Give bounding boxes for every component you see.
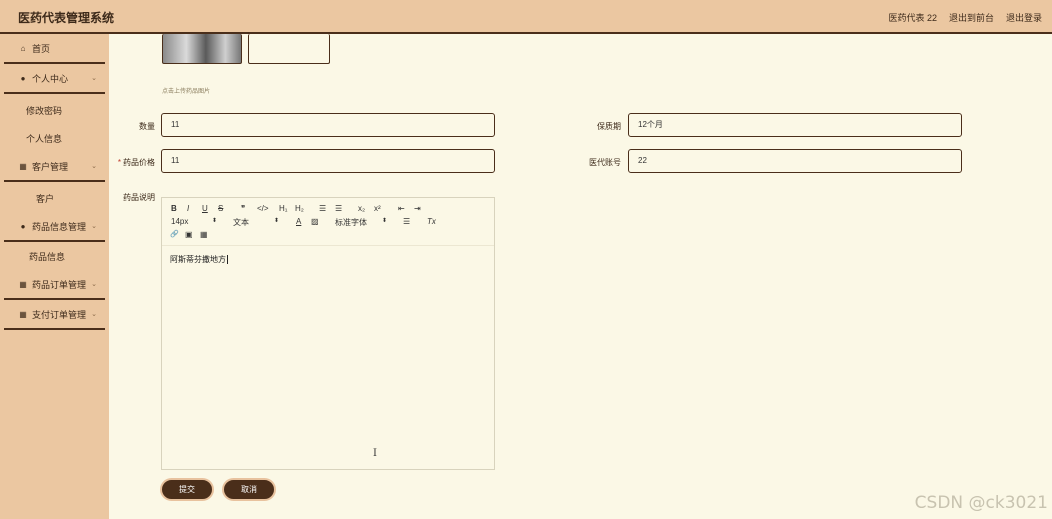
underline-button[interactable]: U: [202, 204, 208, 213]
quantity-input[interactable]: 11: [161, 113, 495, 137]
chevron-updown-icon: ⬍: [382, 218, 388, 224]
sub-customer[interactable]: 客户: [0, 184, 109, 212]
logout-link[interactable]: 退出登录: [1006, 11, 1042, 24]
sub-change-password[interactable]: 修改密码: [0, 96, 109, 124]
chevron-down-icon: ⌄: [91, 223, 97, 230]
nav-label: 药品信息管理: [32, 221, 87, 232]
cancel-button[interactable]: 取消: [222, 478, 276, 501]
required-mark: *: [117, 158, 121, 167]
nav-label: 客户管理: [32, 161, 69, 172]
shelf-life-label: 保质期: [597, 122, 621, 131]
bullet-list-icon[interactable]: ☰: [335, 204, 342, 213]
nav-label: 支付订单管理: [32, 309, 87, 320]
nav-drug-info-mgmt[interactable]: ● 药品信息管理 ⌄: [4, 212, 105, 242]
header-actions: 医药代表 22 退出到前台 退出登录: [888, 11, 1042, 24]
font-color-icon[interactable]: A: [296, 217, 301, 226]
bold-button[interactable]: B: [171, 204, 177, 213]
grid-icon: ▦: [19, 161, 27, 171]
nav-customer-mgmt[interactable]: ▦ 客户管理 ⌄: [4, 152, 105, 182]
grid-icon: ▦: [19, 309, 27, 319]
chevron-down-icon: ⌄: [91, 75, 97, 82]
chevron-down-icon: ⌄: [91, 311, 97, 318]
h2-button[interactable]: H₂: [295, 204, 304, 213]
strike-button[interactable]: S: [218, 204, 223, 213]
price-input[interactable]: 11: [161, 149, 495, 173]
editor-toolbar: B I U S ❞ </> H₁ H₂ ☰ ☰ x₂ x² ⇤ ⇥ 14px ⬍…: [162, 198, 494, 246]
nav-label: 个人中心: [32, 73, 69, 84]
top-bar: 医药代表管理系统 医药代表 22 退出到前台 退出登录: [0, 0, 1052, 34]
background-color-icon[interactable]: ▨: [311, 217, 319, 226]
shelf-life-input[interactable]: 12个月: [628, 113, 962, 137]
image-icon[interactable]: ▣: [185, 230, 193, 239]
code-icon[interactable]: </>: [257, 204, 269, 213]
upload-image-button[interactable]: [248, 34, 330, 64]
drug-image-preview[interactable]: [162, 34, 242, 64]
chevron-down-icon: ⌄: [91, 163, 97, 170]
editor-text: 阿斯蒂芬撒地方: [170, 255, 226, 264]
nav-payment-order-mgmt[interactable]: ▦ 支付订单管理 ⌄: [4, 300, 105, 330]
sub-personal-info[interactable]: 个人信息: [0, 124, 109, 152]
grid-icon: ▦: [19, 279, 27, 289]
text-type-select[interactable]: 文本: [233, 217, 249, 228]
sub-drug-info[interactable]: 药品信息: [0, 242, 109, 270]
app-title: 医药代表管理系统: [18, 11, 115, 25]
user-icon: ●: [20, 221, 26, 231]
upload-hint: 点击上传药品图片: [162, 89, 211, 95]
editor-content[interactable]: 阿斯蒂芬撒地方: [170, 254, 228, 265]
nav-label: 首页: [32, 43, 51, 54]
chevron-updown-icon: ⬍: [212, 218, 218, 224]
price-label-text: 药品价格: [123, 158, 155, 167]
rep-account-input[interactable]: 22: [628, 149, 962, 173]
h1-button[interactable]: H₁: [279, 204, 287, 213]
align-icon[interactable]: ☰: [403, 217, 410, 226]
nav-drug-order-mgmt[interactable]: ▦ 药品订单管理 ⌄: [4, 270, 105, 300]
indent-icon[interactable]: ⇥: [414, 204, 421, 213]
watermark: CSDN @ck3021: [914, 493, 1048, 513]
user-icon: ●: [20, 73, 26, 83]
chevron-down-icon: ⌄: [91, 281, 97, 288]
back-to-front-link[interactable]: 退出到前台: [949, 11, 994, 24]
text-cursor-icon: I: [373, 448, 377, 459]
font-family-select[interactable]: 标准字体: [335, 217, 367, 228]
nav-personal-center[interactable]: ● 个人中心 ⌄: [4, 64, 105, 94]
description-label: 药品说明: [123, 193, 155, 202]
sidebar: ⌂ 首页 ● 个人中心 ⌄ 修改密码 个人信息 ▦ 客户管理 ⌄ 客户 ● 药品…: [0, 34, 109, 519]
chevron-updown-icon: ⬍: [274, 218, 280, 224]
italic-button[interactable]: I: [187, 204, 189, 213]
text-caret: [227, 255, 228, 265]
blockquote-icon[interactable]: ❞: [241, 204, 245, 213]
superscript-button[interactable]: x²: [374, 204, 381, 213]
clear-format-icon[interactable]: Tx: [427, 217, 436, 226]
submit-button[interactable]: 提交: [160, 478, 214, 501]
rich-text-editor[interactable]: B I U S ❞ </> H₁ H₂ ☰ ☰ x₂ x² ⇤ ⇥ 14px ⬍…: [161, 197, 495, 470]
nav-home[interactable]: ⌂ 首页: [4, 34, 105, 64]
subscript-button[interactable]: x₂: [358, 204, 365, 213]
ordered-list-icon[interactable]: ☰: [319, 204, 326, 213]
current-user: 医药代表 22: [888, 13, 937, 23]
outdent-icon[interactable]: ⇤: [398, 204, 405, 213]
nav-label: 药品订单管理: [32, 279, 87, 290]
quantity-label: 数量: [139, 122, 155, 131]
price-label: * 药品价格: [109, 157, 155, 168]
video-icon[interactable]: ▦: [200, 230, 208, 239]
font-size-select[interactable]: 14px: [171, 217, 188, 226]
main-content: 点击上传药品图片 数量 11 保质期 12个月 * 药品价格 11 医代账号 22…: [109, 34, 1052, 519]
home-icon: ⌂: [20, 43, 26, 53]
link-icon[interactable]: 🔗: [170, 230, 179, 238]
rep-account-label: 医代账号: [589, 158, 621, 167]
